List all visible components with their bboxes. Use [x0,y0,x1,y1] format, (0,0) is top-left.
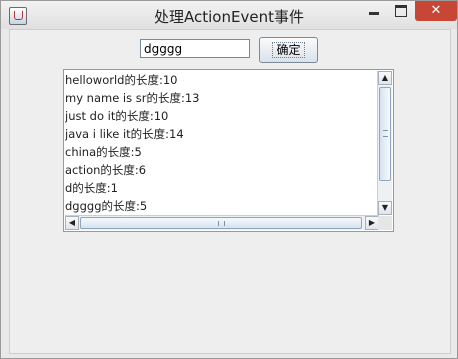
output-line: just do it的长度:10 [65,109,169,123]
output-lines: helloworld的长度:10 my name is sr的长度:13 jus… [65,71,379,217]
scroll-up-button[interactable]: ▲ [378,71,392,85]
close-button[interactable]: ✕ [415,1,457,21]
text-input[interactable] [140,39,250,58]
output-line: my name is sr的长度:13 [65,91,200,105]
output-line: dgggg的长度:5 [65,199,148,213]
maximize-button[interactable] [388,1,414,21]
arrow-right-icon: ▶ [368,218,376,227]
scroll-down-button[interactable]: ▼ [378,201,392,215]
scroll-left-button[interactable]: ◀ [65,216,79,230]
scroll-right-button[interactable]: ▶ [365,216,379,230]
minimize-button[interactable] [361,1,387,21]
output-line: d的长度:1 [65,181,118,195]
vertical-scrollbar[interactable]: ▲ ▼ [377,71,392,215]
app-window: 处理ActionEvent事件 ✕ 确定 helloworld的长度:10 my… [0,0,458,359]
grip-icon [218,221,225,226]
vertical-scroll-thumb[interactable] [379,87,391,181]
scroll-corner [378,216,392,230]
output-text-area[interactable]: helloworld的长度:10 my name is sr的长度:13 jus… [63,69,394,232]
confirm-button[interactable]: 确定 [259,37,318,63]
horizontal-scrollbar[interactable]: ◀ ▶ [65,215,379,230]
grip-icon [383,130,388,137]
arrow-up-icon: ▲ [381,73,389,82]
output-line: action的长度:6 [65,163,147,177]
horizontal-scroll-thumb[interactable] [80,217,362,229]
title-bar[interactable]: 处理ActionEvent事件 ✕ [1,1,457,29]
arrow-down-icon: ▼ [381,203,389,212]
output-line: java i like it的长度:14 [65,127,184,141]
arrow-left-icon: ◀ [68,218,76,227]
output-line: helloworld的长度:10 [65,73,178,87]
output-line: china的长度:5 [65,145,142,159]
close-icon: ✕ [430,3,442,18]
confirm-button-label: 确定 [272,42,305,58]
